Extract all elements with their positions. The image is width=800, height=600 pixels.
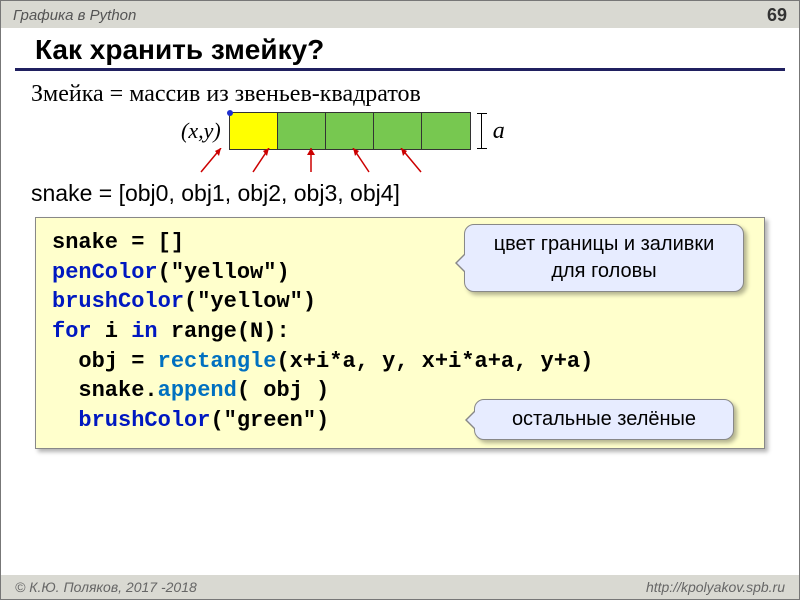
code-line: obj = rectangle(x+i*a, y, x+i*a+a, y+a)	[52, 347, 748, 377]
callout-text: для головы	[481, 258, 727, 285]
arrow-icon	[347, 148, 375, 174]
subject-label: Графика в Python	[13, 7, 136, 24]
arrow-icon	[297, 148, 325, 174]
cell-body	[326, 113, 374, 149]
copyright: © К.Ю. Поляков, 2017 -2018	[15, 579, 197, 595]
footer-url: http://kpolyakov.spb.ru	[646, 579, 785, 595]
callout-head-color: цвет границы и заливки для головы	[464, 224, 744, 292]
callout-text: цвет границы и заливки	[481, 231, 727, 258]
code-block: snake = [] penColor("yellow") brushColor…	[35, 217, 765, 449]
slide-body: Змейка = массив из звеньев-квадратов (x,…	[1, 81, 799, 449]
intro-text: Змейка = массив из звеньев-квадратов	[31, 81, 769, 108]
callout-body-color: остальные зелёные	[474, 399, 734, 440]
snake-diagram: (x,y) a	[31, 112, 769, 150]
callout-text: остальные зелёные	[512, 408, 696, 430]
arrows-row	[197, 148, 769, 174]
dimension-line-icon	[477, 113, 487, 149]
cell-head	[230, 113, 278, 149]
origin-dot-icon	[227, 110, 233, 116]
snake-cells	[229, 112, 471, 150]
cell-body	[422, 113, 470, 149]
cell-body	[374, 113, 422, 149]
dimension-marker: a	[477, 113, 505, 149]
arrow-icon	[197, 148, 225, 174]
slide-title: Как хранить змейку?	[15, 28, 785, 71]
size-label: a	[493, 118, 505, 145]
snake-list-text: snake = [obj0, obj1, obj2, obj3, obj4]	[31, 180, 769, 207]
slide-header: Графика в Python 69	[1, 1, 799, 28]
slide-footer: © К.Ю. Поляков, 2017 -2018 http://kpolya…	[1, 575, 799, 599]
coord-label: (x,y)	[181, 118, 221, 144]
code-line: for i in range(N):	[52, 317, 748, 347]
arrow-icon	[247, 148, 275, 174]
cell-body	[278, 113, 326, 149]
page-number: 69	[767, 5, 787, 26]
arrow-icon	[397, 148, 425, 174]
